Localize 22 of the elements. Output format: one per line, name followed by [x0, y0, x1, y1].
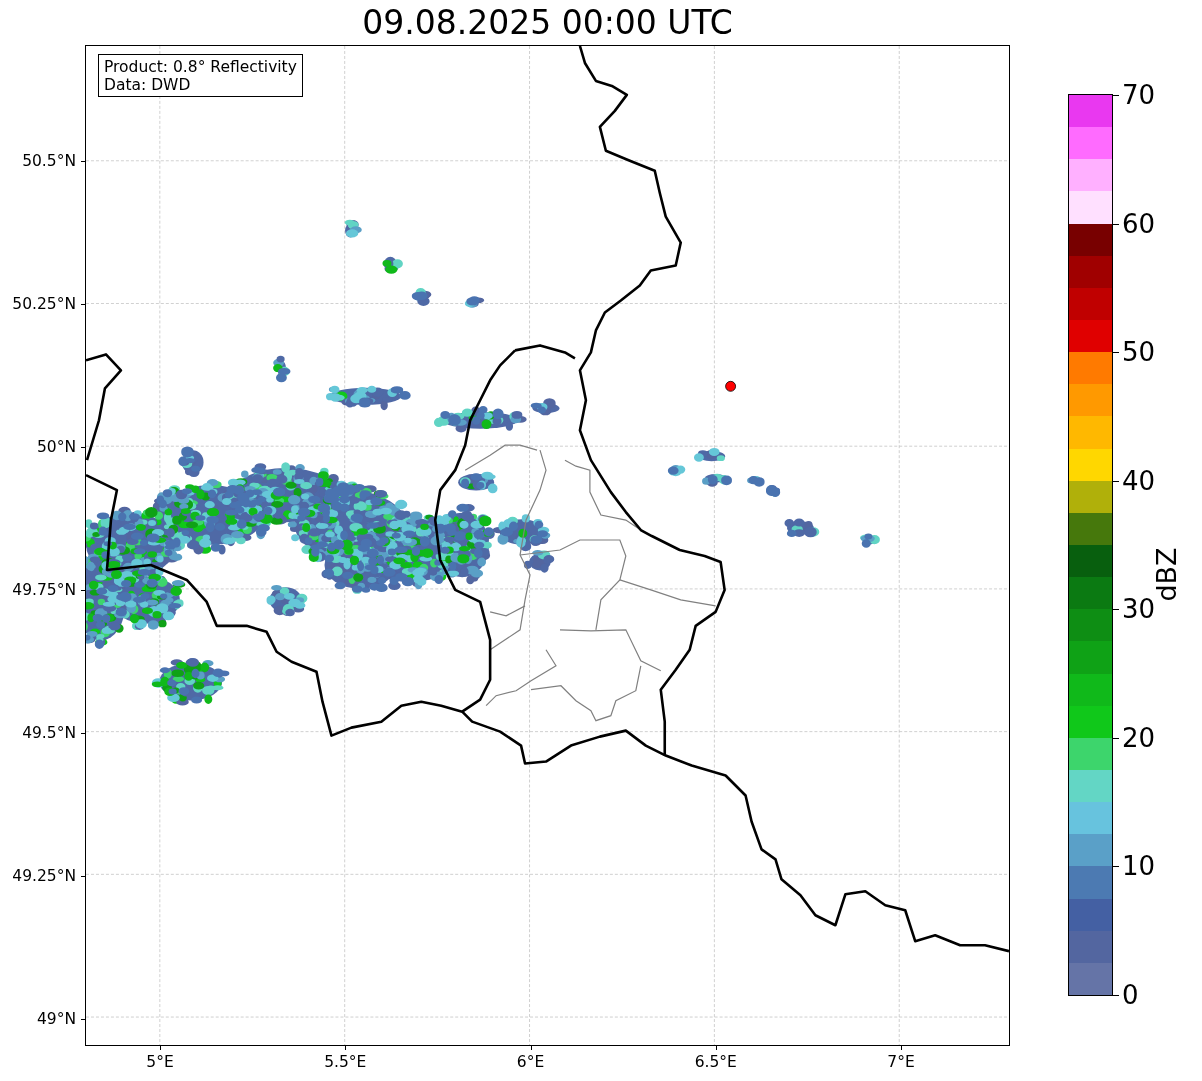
colorbar-tick-label: 20 — [1122, 722, 1156, 753]
axis-tick-label: 50.5°N — [22, 152, 76, 170]
axis-tick-label: 5°E — [146, 1053, 174, 1071]
axis-tick-label: 49.25°N — [12, 867, 76, 885]
colorbar-tick-label: 40 — [1122, 465, 1156, 496]
axis-tick-label: 50°N — [36, 438, 76, 456]
axis-tick-label: 50.25°N — [12, 295, 76, 313]
info-text: Product: 0.8° Reflectivity — [104, 58, 297, 76]
axis-tick-label: 7°E — [887, 1053, 915, 1071]
colorbar-tick-label: 0 — [1122, 980, 1139, 1010]
colorbar-tick-label: 70 — [1122, 80, 1156, 110]
chart-title: 09.08.2025 00:00 UTC — [362, 5, 733, 42]
info-text: Data: DWD — [104, 76, 192, 94]
axis-tick-label: 5.5°E — [324, 1053, 367, 1071]
colorbar-tick-label: 60 — [1122, 208, 1156, 239]
axis-tick-label: 6.5°E — [694, 1053, 737, 1071]
colorbar-tick-label: 50 — [1122, 337, 1156, 368]
axis-tick-label: 6°E — [516, 1053, 545, 1071]
colorbar-tick-label: 10 — [1122, 851, 1156, 882]
axis-tick-label: 49.5°N — [22, 724, 76, 742]
axis-tick-label: 49°N — [36, 1010, 76, 1028]
axis-tick-label: 49.75°N — [12, 581, 76, 599]
